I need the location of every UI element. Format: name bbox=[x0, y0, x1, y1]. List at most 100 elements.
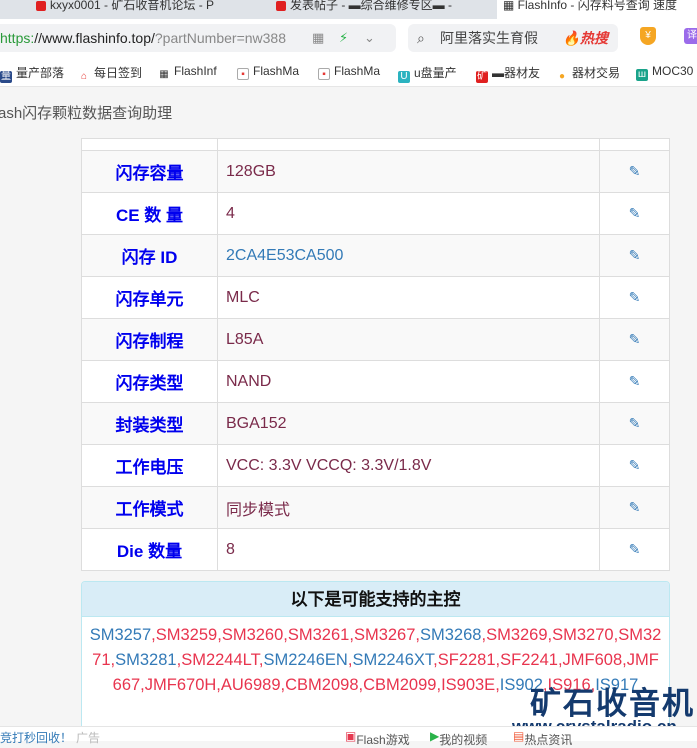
ad-tag: 广告 bbox=[76, 731, 101, 745]
spec-key: 工作模式 bbox=[81, 486, 218, 529]
controller-link[interactable]: IS903E bbox=[441, 676, 495, 694]
lightning-icon[interactable]: ⚡ bbox=[339, 24, 348, 52]
edit-pencil-icon[interactable]: ✎ bbox=[599, 444, 670, 487]
bookmark[interactable]: 量量产部落 bbox=[0, 64, 64, 83]
controller-link[interactable]: SM3260 bbox=[222, 626, 283, 644]
bookmark-label: MOC30 bbox=[652, 64, 694, 78]
controller-link[interactable]: SM3269 bbox=[486, 626, 547, 644]
spec-key: 闪存容量 bbox=[81, 150, 218, 193]
bookmark-label: 量产部落 bbox=[16, 66, 65, 80]
bookmark[interactable]: ● 器材交易 bbox=[556, 64, 624, 83]
qr-code-icon[interactable]: ▦ bbox=[312, 24, 324, 52]
ad-text[interactable]: 竞打秒回收！ bbox=[0, 729, 72, 746]
hot-search-button[interactable]: 🔥热搜 bbox=[563, 24, 608, 52]
spec-value: NAND bbox=[217, 360, 600, 403]
edit-pencil-icon[interactable]: ✎ bbox=[599, 192, 670, 235]
panel-title: 以下是可能支持的主控 bbox=[82, 582, 669, 617]
spec-value: BGA152 bbox=[217, 402, 600, 445]
bookmarks-bar: 量量产部落 ⌂ 每日签到 ▦ FlashInf ▪ FlashMa ▪ FlashMa … bbox=[0, 56, 697, 87]
controller-link[interactable]: SM3281 bbox=[115, 651, 176, 669]
controller-link[interactable]: SM3268 bbox=[420, 626, 481, 644]
edit-pencil-icon[interactable]: ✎ bbox=[599, 486, 670, 529]
controller-link[interactable]: SM3257 bbox=[90, 626, 151, 644]
bookmark[interactable]: ⌂ 每日签到 bbox=[78, 64, 142, 83]
table-row: 工作电压 VCC: 3.3V VCCQ: 3.3V/1.8V ✎ bbox=[81, 444, 670, 487]
house-icon: ⌂ bbox=[80, 71, 88, 82]
controller-link[interactable]: SM3270 bbox=[552, 626, 613, 644]
app-title: ash闪存颗粒数据查询助理 bbox=[0, 105, 173, 122]
spec-value: 128GB bbox=[217, 150, 600, 193]
controller-link[interactable]: AU6989 bbox=[221, 676, 281, 694]
controller-link[interactable]: SM2246EN bbox=[263, 651, 347, 669]
edit-pencil-icon[interactable]: ✎ bbox=[599, 318, 670, 361]
table-row: 闪存 ID 2CA4E53CA500 ✎ bbox=[81, 234, 670, 277]
search-icon: ⌕ bbox=[417, 30, 425, 46]
shield-extension-icon[interactable]: ¥ bbox=[640, 27, 656, 45]
bookmark[interactable]: ▪ FlashMa bbox=[318, 64, 386, 80]
bulb-icon: ● bbox=[558, 71, 566, 82]
spec-value: 2CA4E53CA500 bbox=[217, 234, 600, 277]
forum-favicon bbox=[276, 0, 286, 11]
url-query: ?partNumber=nw388 bbox=[154, 30, 287, 46]
spec-key: 闪存类型 bbox=[81, 360, 218, 403]
chip-icon: ▪ bbox=[318, 68, 330, 80]
url-scheme: https: bbox=[0, 30, 35, 46]
controller-link[interactable]: SF2241 bbox=[500, 651, 558, 669]
edit-pencil-icon[interactable]: ✎ bbox=[599, 234, 670, 277]
tab-label: FlashInfo - 闪存料号查询 速度 bbox=[517, 0, 678, 12]
chip-icon: ▦ bbox=[503, 0, 518, 12]
address-bar-row: https://www.flashinfo.top/?partNumber=nw… bbox=[0, 19, 697, 56]
tab-forum[interactable]: kxyx0001 - 矿石收音机论坛 - P bbox=[30, 0, 260, 19]
table-row: CE 数 量 4 ✎ bbox=[81, 192, 670, 235]
table-row: 工作模式 同步模式 ✎ bbox=[81, 486, 670, 529]
controller-link[interactable]: SF2281 bbox=[438, 651, 496, 669]
controller-link[interactable]: SM2244LT bbox=[181, 651, 259, 669]
hot-label: 热搜 bbox=[580, 30, 608, 46]
forum-icon: 矿 bbox=[476, 71, 488, 83]
controller-link[interactable]: CBM2098 bbox=[285, 676, 358, 694]
edit-pencil-icon[interactable]: ✎ bbox=[599, 360, 670, 403]
search-value: 阿里落实生育假 bbox=[440, 30, 538, 46]
tab-flashinfo[interactable]: ▦ FlashInfo - 闪存料号查询 速度 bbox=[497, 0, 697, 19]
translate-icon[interactable]: 译 bbox=[684, 28, 697, 44]
edit-pencil-icon[interactable]: ✎ bbox=[599, 150, 670, 193]
edit-pencil-icon[interactable]: ✎ bbox=[599, 276, 670, 319]
status-item-label: Flash游戏 bbox=[356, 733, 410, 747]
controller-link[interactable]: JMF608 bbox=[563, 651, 623, 669]
spec-key: 闪存单元 bbox=[81, 276, 218, 319]
spec-key: Die 数量 bbox=[81, 528, 218, 571]
bookmark-label: FlashInf bbox=[174, 64, 217, 78]
status-item-label: 热点资讯 bbox=[524, 733, 573, 747]
spec-value: VCC: 3.3V VCCQ: 3.3V/1.8V bbox=[217, 444, 600, 487]
spec-value: MLC bbox=[217, 276, 600, 319]
controller-link[interactable]: SM2246XT bbox=[352, 651, 433, 669]
bookmark[interactable]: 矿 ▬器材友 bbox=[476, 64, 544, 83]
table-row bbox=[81, 138, 670, 151]
url-input[interactable]: https://www.flashinfo.top/?partNumber=nw… bbox=[0, 24, 396, 52]
edit-pencil-icon[interactable]: ✎ bbox=[599, 528, 670, 571]
bookmark[interactable]: Uu盘量产 bbox=[398, 64, 463, 83]
spec-key: 闪存 ID bbox=[81, 234, 218, 277]
controller-link[interactable]: SM3261 bbox=[288, 626, 349, 644]
bookmark[interactable]: ш MOC30 bbox=[636, 64, 693, 81]
table-row: Die 数量 8 ✎ bbox=[81, 528, 670, 571]
spec-key: CE 数 量 bbox=[81, 192, 218, 235]
controller-link[interactable]: CBM2099 bbox=[363, 676, 436, 694]
controller-link[interactable]: JMF670H bbox=[145, 676, 217, 694]
chevron-down-icon[interactable]: ⌄ bbox=[364, 24, 375, 52]
edit-pencil-icon[interactable]: ✎ bbox=[599, 402, 670, 445]
spec-value: 4 bbox=[217, 192, 600, 235]
spec-key: 工作电压 bbox=[81, 444, 218, 487]
controller-link[interactable]: SM3267 bbox=[354, 626, 415, 644]
bookmark[interactable]: ▪ FlashMa bbox=[237, 64, 305, 80]
search-input[interactable]: ⌕ 阿里落实生育假 🔥热搜 bbox=[408, 24, 618, 52]
forum-favicon bbox=[36, 0, 46, 11]
url-domain: //www.flashinfo.top/ bbox=[34, 30, 155, 46]
bookmark-label: 器材交易 bbox=[572, 66, 621, 80]
spec-value: 同步模式 bbox=[217, 486, 600, 529]
status-item-label: 我的视频 bbox=[439, 733, 488, 747]
tab-post[interactable]: 发表帖子 - ▬综合维修专区▬ - bbox=[270, 0, 495, 19]
bookmark-label: FlashMa bbox=[334, 64, 381, 78]
controller-link[interactable]: SM3259 bbox=[156, 626, 217, 644]
spec-key: 封装类型 bbox=[81, 402, 218, 445]
